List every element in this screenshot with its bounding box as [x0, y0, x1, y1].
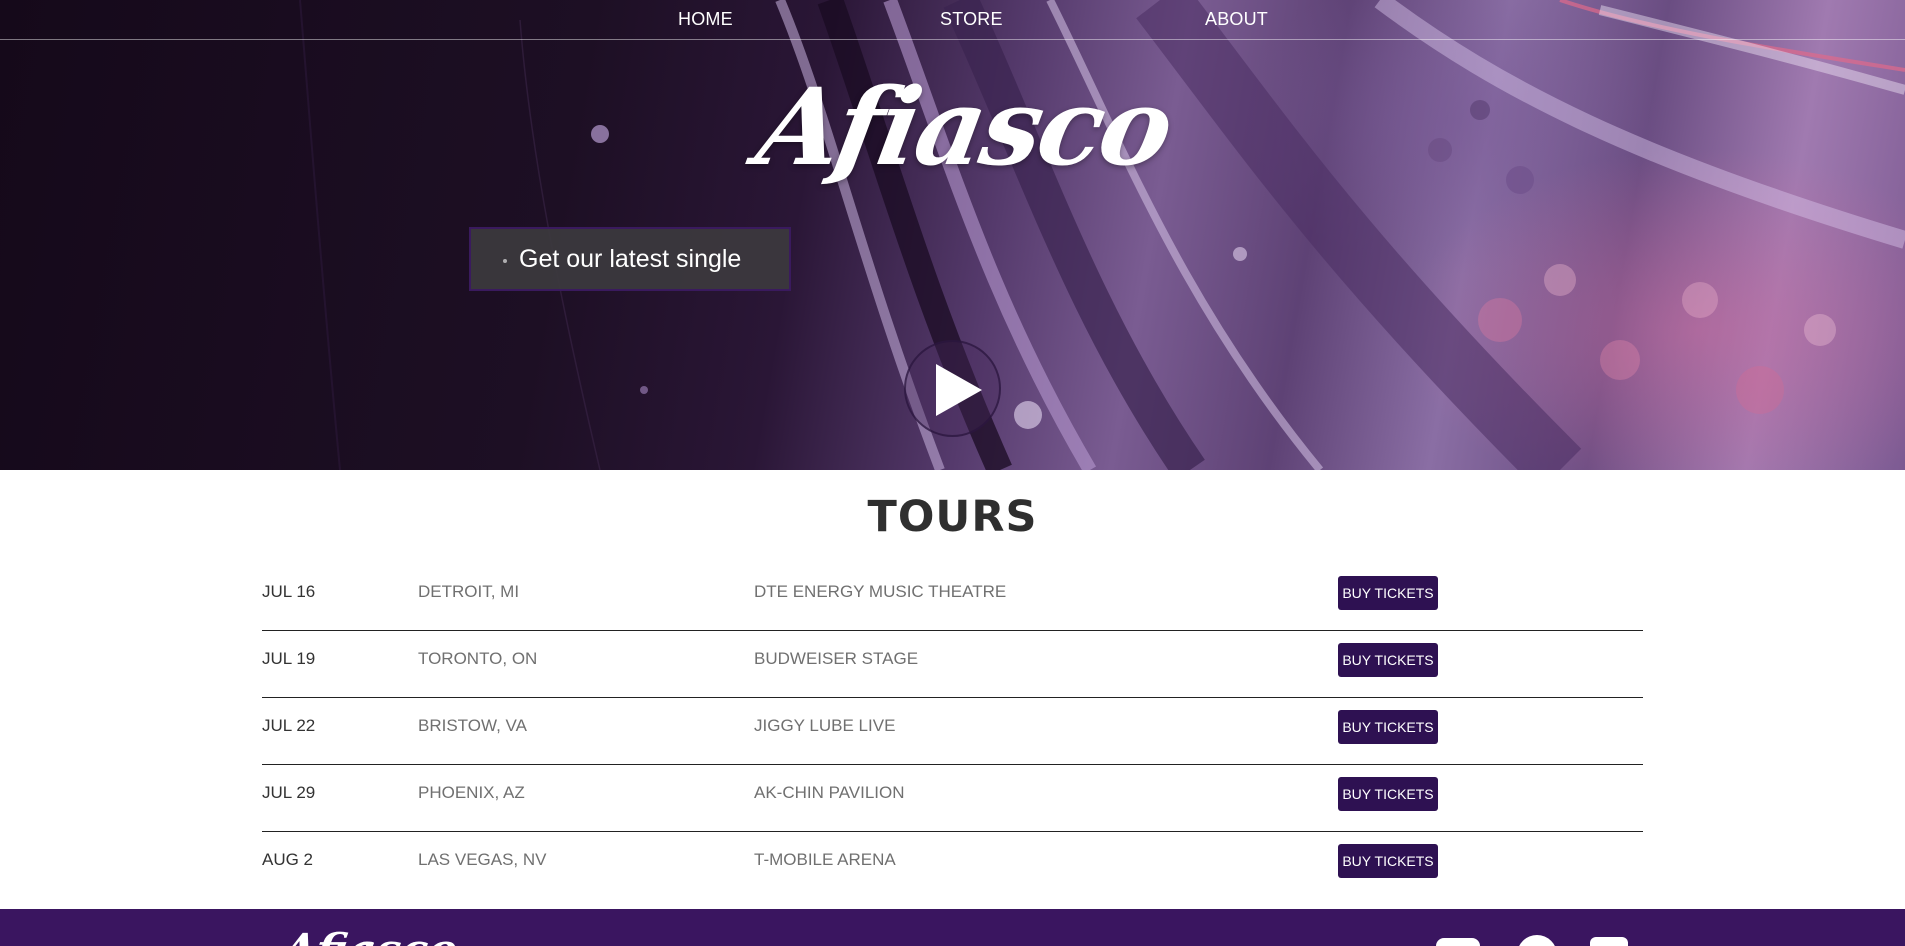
tour-date: JUL 29: [262, 783, 316, 802]
tour-row: JUL 22 BRISTOW, VA JIGGY LUBE LIVE BUY T…: [262, 698, 1643, 765]
tour-row: AUG 2 LAS VEGAS, NV T-MOBILE ARENA BUY T…: [262, 832, 1643, 899]
bullet-dot: [503, 259, 507, 263]
tour-date: AUG 2: [262, 850, 314, 869]
tours-heading: TOURS: [867, 492, 1038, 542]
tour-city: BRISTOW, VA: [418, 716, 527, 735]
latest-single-button[interactable]: Get our latest single: [469, 227, 791, 291]
nav-about-link[interactable]: ABOUT: [1205, 9, 1268, 30]
tour-venue: BUDWEISER STAGE: [754, 649, 919, 668]
play-button[interactable]: [904, 340, 1001, 437]
tour-city: LAS VEGAS, NV: [418, 850, 547, 869]
buy-tickets-button[interactable]: BUY TICKETS: [1338, 710, 1438, 744]
buy-tickets-button[interactable]: BUY TICKETS: [1338, 576, 1438, 610]
hero-banner: HOME STORE ABOUT Afiasco Get our latest …: [0, 0, 1905, 470]
latest-single-label: Get our latest single: [519, 244, 742, 273]
tour-row: JUL 29 PHOENIX, AZ AK-CHIN PAVILION BUY …: [262, 765, 1643, 832]
tour-row: JUL 19 TORONTO, ON BUDWEISER STAGE BUY T…: [262, 631, 1643, 698]
buy-tickets-button[interactable]: BUY TICKETS: [1338, 643, 1438, 677]
tour-city: PHOENIX, AZ: [418, 783, 525, 802]
play-icon: [936, 364, 982, 416]
nav-home-link[interactable]: HOME: [678, 9, 733, 30]
tour-venue: JIGGY LUBE LIVE: [754, 716, 896, 735]
buy-tickets-button[interactable]: BUY TICKETS: [1338, 844, 1438, 878]
tour-venue: T-MOBILE ARENA: [754, 850, 896, 869]
tour-date: JUL 16: [262, 582, 316, 601]
tour-venue: DTE ENERGY MUSIC THEATRE: [754, 582, 1007, 601]
tour-list: JUL 16 DETROIT, MI DTE ENERGY MUSIC THEA…: [262, 564, 1643, 899]
site-footer: Afiasco: [0, 909, 1905, 946]
buy-tickets-button[interactable]: BUY TICKETS: [1338, 777, 1438, 811]
footer-logo: Afiasco: [278, 925, 462, 946]
instagram-icon[interactable]: [1590, 937, 1628, 946]
pinterest-icon[interactable]: [1517, 935, 1557, 946]
tour-venue: AK-CHIN PAVILION: [754, 783, 905, 802]
tour-row: JUL 16 DETROIT, MI DTE ENERGY MUSIC THEA…: [262, 564, 1643, 631]
top-navigation: HOME STORE ABOUT: [0, 0, 1905, 40]
band-logo: Afiasco: [748, 64, 1180, 189]
youtube-icon[interactable]: [1436, 938, 1480, 946]
tour-city: TORONTO, ON: [418, 649, 538, 668]
tour-date: JUL 22: [262, 716, 316, 735]
tour-date: JUL 19: [262, 649, 316, 668]
nav-store-link[interactable]: STORE: [940, 9, 1003, 30]
tour-city: DETROIT, MI: [418, 582, 520, 601]
